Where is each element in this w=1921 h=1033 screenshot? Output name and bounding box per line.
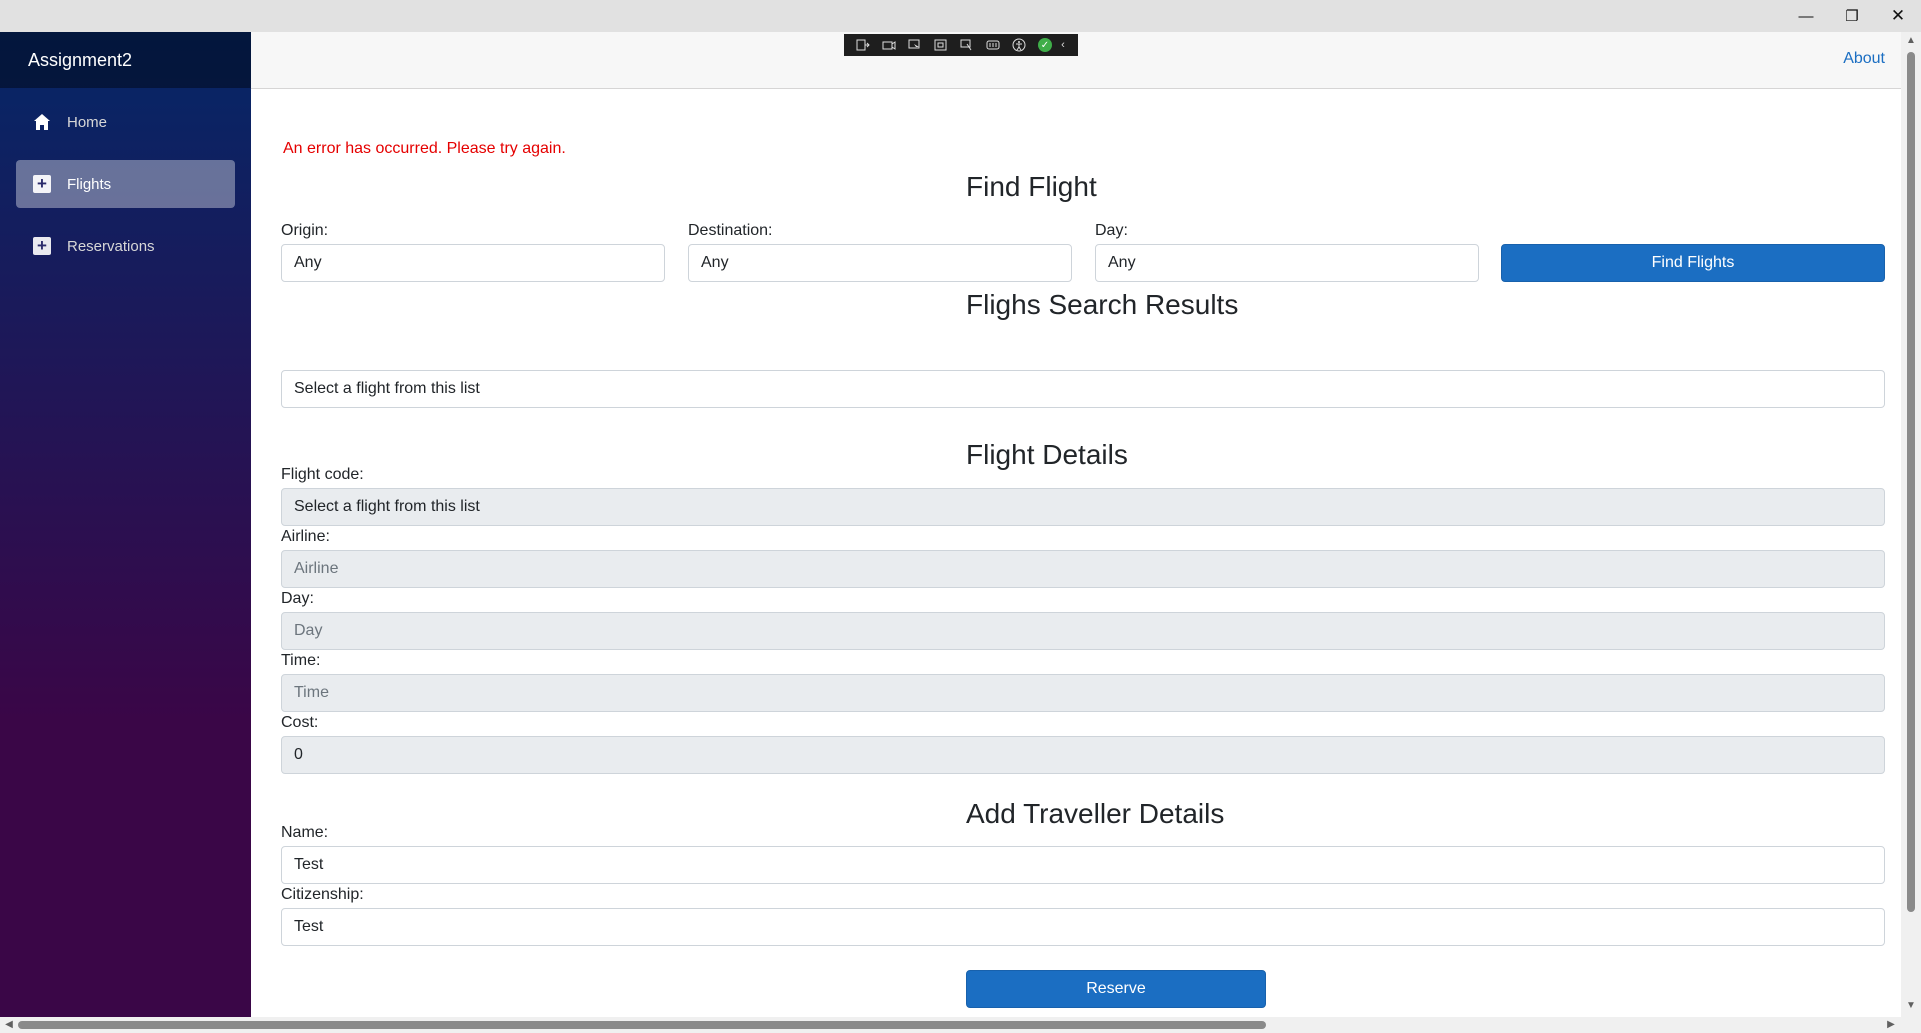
close-icon: ✕ <box>1890 6 1906 25</box>
sidebar-item-home[interactable]: Home <box>16 98 235 146</box>
find-flight-heading: Find Flight <box>966 171 1097 202</box>
about-link[interactable]: About <box>1843 50 1885 68</box>
live-tree-icon[interactable] <box>850 34 876 56</box>
name-label: Name: <box>281 824 329 841</box>
origin-value: Any <box>294 254 322 271</box>
reserve-button[interactable]: Reserve <box>966 970 1266 1008</box>
brand-bar: Assignment2 <box>0 32 251 88</box>
flight-results-list[interactable]: Select a flight from this list <box>281 370 1885 408</box>
destination-input[interactable]: Any <box>688 244 1072 282</box>
time-label: Time: <box>281 652 321 669</box>
scrollbar-corner <box>1901 1017 1921 1033</box>
scroll-down-icon[interactable]: ▼ <box>1905 1000 1917 1012</box>
airline-placeholder: Airline <box>294 560 339 577</box>
search-results-heading: Flighs Search Results <box>966 289 1239 320</box>
destination-value: Any <box>701 254 729 271</box>
cost-value: 0 <box>294 746 303 763</box>
time-field: Time <box>281 674 1885 712</box>
vertical-scroll-thumb[interactable] <box>1907 52 1915 912</box>
flight-details-heading: Flight Details <box>966 439 1128 470</box>
destination-label: Destination: <box>688 222 773 239</box>
cost-field: 0 <box>281 736 1885 774</box>
nav-menu: Home + Flights + Reservations <box>0 88 251 270</box>
plus-icon: + <box>32 174 52 194</box>
camera-icon[interactable] <box>876 34 902 56</box>
close-button[interactable]: ✕ <box>1875 0 1921 32</box>
find-flights-button[interactable]: Find Flights <box>1501 244 1885 282</box>
plus-icon: + <box>32 236 52 256</box>
origin-input[interactable]: Any <box>281 244 665 282</box>
horizontal-scroll-thumb[interactable] <box>18 1021 1266 1029</box>
debug-toolbar: ✓ ‹ <box>844 34 1078 56</box>
details-day-placeholder: Day <box>294 622 323 639</box>
select-element-icon[interactable] <box>902 34 928 56</box>
vertical-scrollbar[interactable]: ▲ ▼ <box>1901 32 1921 1017</box>
track-focus-icon[interactable] <box>954 34 980 56</box>
airline-field: Airline <box>281 550 1885 588</box>
details-day-label: Day: <box>281 590 314 607</box>
day-input[interactable]: Any <box>1095 244 1479 282</box>
app-brand[interactable]: Assignment2 <box>28 50 132 71</box>
citizenship-label: Citizenship: <box>281 886 364 903</box>
maximize-button[interactable]: ❐ <box>1829 0 1875 32</box>
flight-code-field: Select a flight from this list <box>281 488 1885 526</box>
cost-label: Cost: <box>281 714 319 731</box>
error-message: An error has occurred. Please try again. <box>283 140 566 157</box>
origin-label: Origin: <box>281 222 329 239</box>
home-icon <box>32 112 52 132</box>
name-value: Test <box>294 856 324 873</box>
details-day-field: Day <box>281 612 1885 650</box>
scroll-up-icon[interactable]: ▲ <box>1905 35 1917 47</box>
scroll-right-icon[interactable]: ▶ <box>1885 1019 1897 1031</box>
traveller-details-heading: Add Traveller Details <box>966 798 1225 829</box>
horizontal-scrollbar[interactable]: ◀ ▶ <box>0 1017 1901 1033</box>
day-value: Any <box>1108 254 1136 271</box>
day-label: Day: <box>1095 222 1128 239</box>
minimize-button[interactable]: — <box>1783 0 1829 32</box>
flight-code-label: Flight code: <box>281 466 364 483</box>
airline-label: Airline: <box>281 528 330 545</box>
sidebar-item-label: Flights <box>67 175 112 193</box>
restore-icon: ❐ <box>1845 8 1859 25</box>
sidebar-item-flights[interactable]: + Flights <box>16 160 235 208</box>
window-titlebar: — ❐ ✕ <box>0 0 1921 32</box>
sidebar-item-label: Reservations <box>67 237 155 255</box>
main-content: About An error has occurred. Please try … <box>251 32 1901 1017</box>
chevron-left-icon[interactable]: ‹ <box>1058 34 1068 56</box>
sidebar-item-reservations[interactable]: + Reservations <box>16 222 235 270</box>
sidebar-item-label: Home <box>67 113 108 131</box>
checkmark-icon: ✓ <box>1038 38 1052 52</box>
citizenship-input[interactable]: Test <box>281 908 1885 946</box>
flight-code-value: Select a flight from this list <box>294 498 480 515</box>
binding-failures-icon[interactable] <box>980 34 1006 56</box>
sidebar: Assignment2 Home + Flights + Reservation… <box>0 32 251 1017</box>
results-list-value: Select a flight from this list <box>294 380 480 397</box>
accessibility-icon[interactable] <box>1006 34 1032 56</box>
citizenship-value: Test <box>294 918 324 935</box>
layout-adorner-icon[interactable] <box>928 34 954 56</box>
name-input[interactable]: Test <box>281 846 1885 884</box>
scroll-left-icon[interactable]: ◀ <box>3 1019 15 1031</box>
minimize-icon: — <box>1798 7 1814 25</box>
time-placeholder: Time <box>294 684 329 701</box>
